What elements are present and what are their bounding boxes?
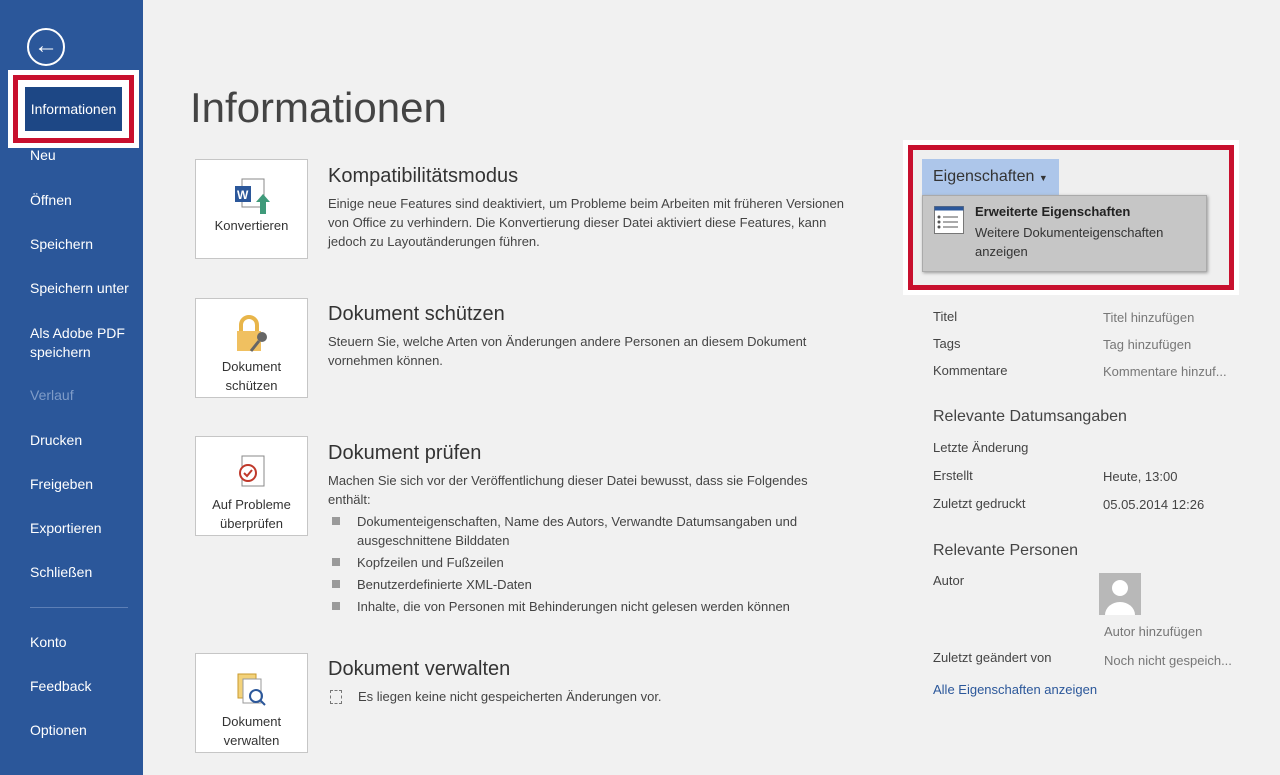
properties-dropdown-button[interactable]: Eigenschaften ▼ — [922, 159, 1059, 197]
add-author-field[interactable]: Autor hinzufügen — [1104, 624, 1202, 639]
chevron-down-icon: ▼ — [1038, 173, 1048, 183]
sidebar: ← Informationen Neu Öffnen Speichern Spe… — [0, 0, 143, 775]
section-text: Einige neue Features sind deaktiviert, u… — [328, 196, 844, 249]
property-label: Titel — [933, 309, 958, 324]
menu-item-title: Erweiterte Eigenschaften — [975, 204, 1131, 219]
properties-menu: Erweiterte Eigenschaften Weitere Dokumen… — [922, 195, 1207, 272]
avatar — [1099, 573, 1141, 615]
list-item: Benutzerdefinierte XML-Daten — [328, 575, 848, 594]
divider — [30, 607, 128, 608]
button-label: Auf Probleme überprüfen — [212, 497, 291, 531]
section-heading: Dokument prüfen — [328, 442, 482, 464]
document-icon — [330, 690, 342, 704]
inspect-document-icon — [196, 451, 307, 495]
button-label: Dokument schützen — [221, 359, 282, 393]
property-value: Noch nicht gespeich... — [1104, 653, 1232, 668]
sidebar-item-schliessen[interactable]: Schließen — [30, 564, 92, 580]
sidebar-item-feedback[interactable]: Feedback — [30, 678, 91, 694]
dates-heading: Relevante Datumsangaben — [933, 408, 1127, 425]
advanced-properties-item[interactable]: Erweiterte Eigenschaften Weitere Dokumen… — [923, 196, 1206, 271]
section-heading: Kompatibilitätsmodus — [328, 165, 519, 187]
show-all-properties-link[interactable]: Alle Eigenschaften anzeigen — [933, 682, 1097, 697]
protect-document-button[interactable]: Dokument schützen — [195, 298, 308, 398]
sidebar-item-neu[interactable]: Neu — [30, 147, 56, 163]
title-field[interactable]: Titel hinzufügen — [1103, 310, 1194, 325]
sidebar-item-verlauf: Verlauf — [30, 387, 74, 403]
manage-document-button[interactable]: Dokument verwalten — [195, 653, 308, 753]
property-label: Zuletzt geändert von — [933, 650, 1052, 665]
sidebar-item-informationen[interactable]: Informationen — [25, 87, 122, 131]
section-text: Es liegen keine nicht gespeicherten Ände… — [358, 689, 662, 704]
svg-text:W: W — [237, 188, 249, 202]
sidebar-item-oeffnen[interactable]: Öffnen — [30, 192, 72, 208]
tags-field[interactable]: Tag hinzufügen — [1103, 337, 1191, 352]
sidebar-item-optionen[interactable]: Optionen — [30, 722, 87, 738]
sidebar-item-speichern-unter[interactable]: Speichern unter — [30, 280, 129, 296]
property-label: Autor — [933, 573, 965, 588]
list-item: Dokumenteigenschaften, Name des Autors, … — [328, 512, 848, 550]
section-manage: Dokument verwalten Es liegen keine nicht… — [328, 658, 848, 706]
comments-field[interactable]: Kommentare hinzuf... — [1103, 364, 1227, 379]
word-convert-icon: W — [196, 174, 307, 218]
page-title: Informationen — [190, 84, 447, 131]
property-label: Tags — [933, 336, 961, 351]
sidebar-item-konto[interactable]: Konto — [30, 634, 67, 650]
list-item: Kopfzeilen und Fußzeilen — [328, 553, 848, 572]
property-label: Zuletzt gedruckt — [933, 496, 1026, 511]
sidebar-item-speichern[interactable]: Speichern — [30, 236, 93, 252]
section-protect: Dokument schützen Steuern Sie, welche Ar… — [328, 303, 848, 370]
highlight-frame: Informationen — [8, 70, 139, 148]
properties-list-icon — [934, 206, 964, 234]
property-label: Letzte Änderung — [933, 440, 1029, 455]
people-heading: Relevante Personen — [933, 542, 1078, 559]
lock-key-icon — [196, 313, 307, 357]
convert-button[interactable]: W Konvertieren — [195, 159, 308, 259]
sidebar-item-freigeben[interactable]: Freigeben — [30, 476, 93, 492]
property-label: Erstellt — [933, 468, 973, 483]
section-inspect: Dokument prüfen Machen Sie sich vor der … — [328, 442, 848, 619]
property-value: Heute, 13:00 — [1103, 469, 1178, 484]
menu-item-description: Weitere Dokumenteigenschaften anzeigen — [975, 225, 1164, 259]
section-text: Machen Sie sich vor der Veröffentlichung… — [328, 473, 808, 507]
back-button[interactable]: ← — [27, 28, 65, 66]
arrow-left-icon: ← — [34, 32, 58, 59]
inspect-document-button[interactable]: Auf Probleme überprüfen — [195, 436, 308, 536]
property-value: 05.05.2014 12:26 — [1103, 497, 1205, 512]
manage-document-icon — [196, 668, 307, 712]
section-heading: Dokument verwalten — [328, 658, 511, 680]
section-text: Steuern Sie, welche Arten von Änderungen… — [328, 334, 807, 368]
button-label: Dokument verwalten — [221, 714, 282, 748]
property-label: Kommentare — [933, 363, 1008, 378]
sidebar-item-drucken[interactable]: Drucken — [30, 432, 82, 448]
sidebar-item-exportieren[interactable]: Exportieren — [30, 520, 102, 536]
button-label: Eigenschaften — [933, 168, 1035, 185]
sidebar-item-adobe-pdf[interactable]: Als Adobe PDF speichern — [30, 324, 130, 362]
section-compatibility: Kompatibilitätsmodus Einige neue Feature… — [328, 165, 848, 251]
section-heading: Dokument schützen — [328, 303, 505, 325]
button-label: Konvertieren — [214, 218, 289, 233]
list-item: Inhalte, die von Personen mit Behinderun… — [328, 597, 848, 616]
highlight-frame: Eigenschaften ▼ Erweiterte Eigenschaften… — [903, 140, 1239, 295]
